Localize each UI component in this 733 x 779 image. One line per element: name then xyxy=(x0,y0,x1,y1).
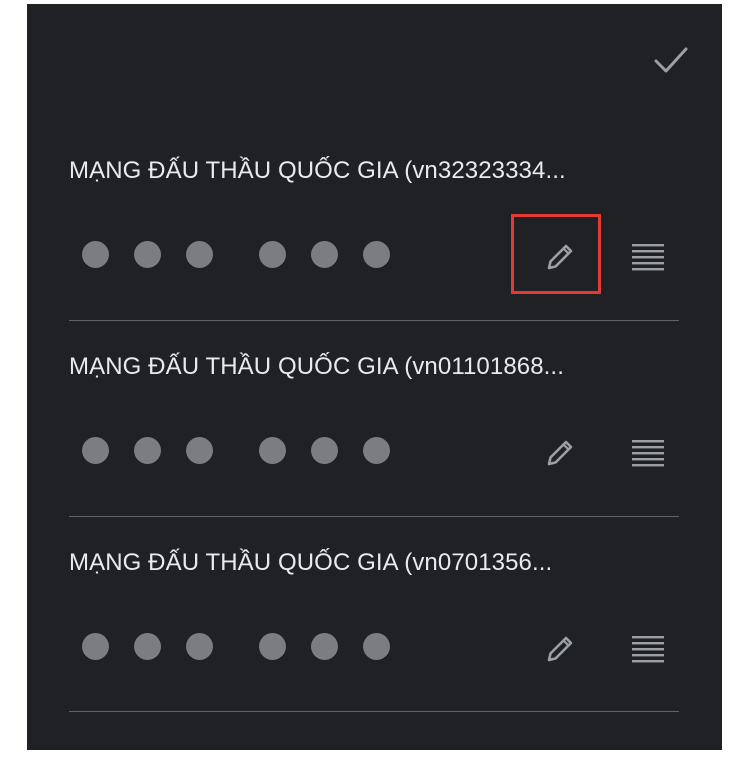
divider xyxy=(69,711,679,712)
pencil-icon xyxy=(547,636,573,662)
mask-dot xyxy=(186,633,213,660)
list-item: MẠNG ĐẤU THẦU QUỐC GIA (vn32323334... xyxy=(27,4,722,294)
drag-handle[interactable] xyxy=(628,632,668,666)
list-item: MẠNG ĐẤU THẦU QUỐC GIA (vn0701356... xyxy=(27,396,722,663)
password-list-panel: MẠNG ĐẤU THẦU QUỐC GIA (vn32323334... MẠ… xyxy=(27,4,722,750)
list-item: MẠNG ĐẤU THẦU QUỐC GIA (vn01101868... xyxy=(27,200,722,467)
account-title: MẠNG ĐẤU THẦU QUỐC GIA (vn01101868... xyxy=(69,353,564,380)
mask-dot xyxy=(82,633,109,660)
mask-dot xyxy=(363,633,390,660)
mask-dot xyxy=(311,633,338,660)
mask-dot xyxy=(134,633,161,660)
drag-handle-icon xyxy=(632,636,664,663)
account-title: MẠNG ĐẤU THẦU QUỐC GIA (vn0701356... xyxy=(69,549,553,576)
mask-dot xyxy=(259,633,286,660)
edit-button[interactable] xyxy=(537,626,581,670)
password-mask xyxy=(82,633,402,661)
account-title: MẠNG ĐẤU THẦU QUỐC GIA (vn32323334... xyxy=(69,157,566,184)
